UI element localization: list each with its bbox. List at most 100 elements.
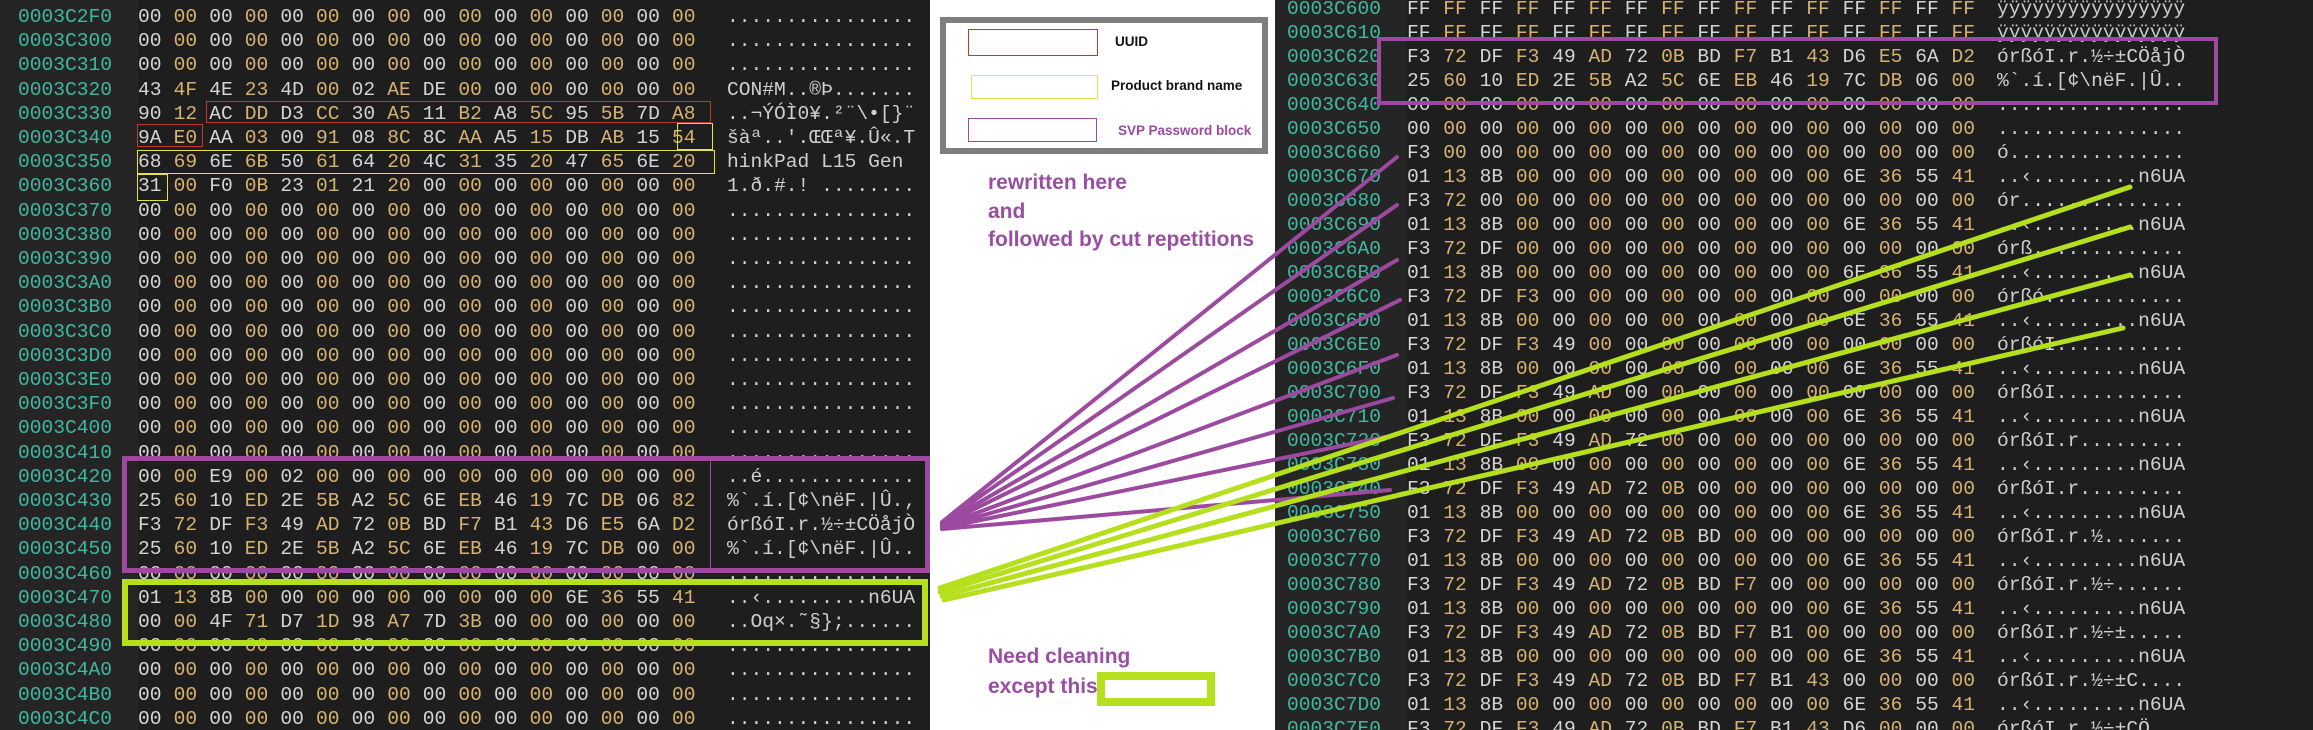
- hex-byte[interactable]: FF: [1697, 0, 1721, 21]
- hex-byte[interactable]: 00: [387, 5, 411, 29]
- hex-byte[interactable]: 8C: [423, 126, 447, 150]
- hex-byte[interactable]: 00: [138, 271, 162, 295]
- hex-byte[interactable]: FF: [1443, 0, 1467, 21]
- hex-byte[interactable]: 8B: [1480, 261, 1504, 285]
- hex-byte[interactable]: 00: [1806, 501, 1830, 525]
- hex-byte[interactable]: 00: [636, 5, 660, 29]
- hex-byte[interactable]: 03: [245, 126, 269, 150]
- hex-byte[interactable]: 00: [1552, 213, 1576, 237]
- hex-byte[interactable]: 00: [1734, 261, 1758, 285]
- hex-byte[interactable]: 00: [387, 223, 411, 247]
- hex-byte[interactable]: 00: [458, 53, 482, 77]
- hex-byte[interactable]: 00: [1661, 309, 1685, 333]
- hex-byte[interactable]: 00: [1516, 117, 1540, 141]
- hex-byte[interactable]: 00: [387, 29, 411, 53]
- hex-byte[interactable]: 00: [1843, 525, 1867, 549]
- hex-byte[interactable]: 00: [1879, 717, 1903, 730]
- hex-byte[interactable]: 00: [1552, 357, 1576, 381]
- hex-byte[interactable]: BD: [1697, 525, 1721, 549]
- hex-byte[interactable]: 00: [1516, 141, 1540, 165]
- hex-byte[interactable]: 13: [1443, 261, 1467, 285]
- hex-byte[interactable]: 72: [1443, 333, 1467, 357]
- hex-byte[interactable]: 00: [1770, 261, 1794, 285]
- hex-byte[interactable]: 00: [565, 199, 589, 223]
- hex-byte[interactable]: FF: [1734, 0, 1758, 21]
- hex-byte[interactable]: 00: [458, 344, 482, 368]
- hex-byte[interactable]: AD: [1589, 717, 1613, 730]
- hex-byte[interactable]: DB: [565, 126, 589, 150]
- hex-byte[interactable]: 36: [1879, 501, 1903, 525]
- hex-byte[interactable]: F3: [1407, 381, 1431, 405]
- hex-byte[interactable]: 00: [316, 416, 340, 440]
- hex-byte[interactable]: 00: [672, 658, 696, 682]
- row-ascii[interactable]: ..‹.........n6UA: [1997, 405, 2185, 429]
- hex-byte[interactable]: 00: [530, 271, 554, 295]
- row-ascii[interactable]: ..‹.........n6UA: [1997, 165, 2185, 189]
- hex-byte[interactable]: 00: [423, 320, 447, 344]
- hex-byte[interactable]: 00: [1806, 381, 1830, 405]
- hex-byte[interactable]: 8B: [1480, 501, 1504, 525]
- hex-byte[interactable]: 00: [1843, 573, 1867, 597]
- row-ascii[interactable]: órßóI.r.½÷......: [1997, 573, 2185, 597]
- hex-byte[interactable]: 00: [1625, 645, 1649, 669]
- row-ascii[interactable]: ór..............: [1997, 189, 2185, 213]
- hex-byte[interactable]: 00: [1480, 141, 1504, 165]
- hex-byte[interactable]: AE: [387, 78, 411, 102]
- hex-byte[interactable]: 00: [352, 29, 376, 53]
- hex-byte[interactable]: 41: [1952, 357, 1976, 381]
- hex-byte[interactable]: 00: [1879, 429, 1903, 453]
- hex-byte[interactable]: 00: [316, 392, 340, 416]
- hex-byte[interactable]: 00: [672, 320, 696, 344]
- hex-byte[interactable]: 01: [1407, 213, 1431, 237]
- hex-byte[interactable]: 00: [316, 344, 340, 368]
- hex-byte[interactable]: 00: [1734, 501, 1758, 525]
- hex-byte[interactable]: 00: [316, 683, 340, 707]
- hex-byte[interactable]: 00: [1806, 141, 1830, 165]
- hex-byte[interactable]: 36: [1879, 693, 1903, 717]
- row-ascii[interactable]: ................: [727, 271, 915, 295]
- row-ascii[interactable]: hinkPad L15 Gen: [727, 150, 915, 174]
- hex-byte[interactable]: 00: [1661, 285, 1685, 309]
- hex-byte[interactable]: 00: [1697, 549, 1721, 573]
- hex-byte[interactable]: 00: [174, 223, 198, 247]
- hex-byte[interactable]: 00: [1806, 309, 1830, 333]
- hex-byte[interactable]: FF: [1625, 0, 1649, 21]
- hex-byte[interactable]: 00: [209, 344, 233, 368]
- hex-byte[interactable]: 00: [1770, 189, 1794, 213]
- hex-byte[interactable]: 00: [1443, 117, 1467, 141]
- hex-byte[interactable]: 00: [1697, 189, 1721, 213]
- hex-byte[interactable]: 00: [458, 199, 482, 223]
- hex-byte[interactable]: 6E: [1843, 357, 1867, 381]
- hex-byte[interactable]: 00: [245, 344, 269, 368]
- hex-byte[interactable]: F3: [1407, 477, 1431, 501]
- hex-byte[interactable]: 00: [1697, 477, 1721, 501]
- hex-editor-panel-original[interactable]: 0003C2F0 00 00 00 00 00 00 00 00 00 00 00 00 00 00 00 00…: [0, 0, 930, 730]
- hex-byte[interactable]: 00: [387, 320, 411, 344]
- hex-byte[interactable]: 00: [1661, 501, 1685, 525]
- hex-byte[interactable]: DF: [1480, 669, 1504, 693]
- hex-byte[interactable]: 01: [1407, 501, 1431, 525]
- hex-byte[interactable]: DF: [1480, 717, 1504, 730]
- hex-byte[interactable]: 00: [1516, 645, 1540, 669]
- hex-byte[interactable]: FF: [1770, 0, 1794, 21]
- hex-byte[interactable]: 00: [530, 392, 554, 416]
- hex-byte[interactable]: 00: [1697, 381, 1721, 405]
- hex-byte[interactable]: 00: [636, 295, 660, 319]
- hex-byte[interactable]: 00: [1589, 213, 1613, 237]
- hex-byte[interactable]: 00: [174, 344, 198, 368]
- hex-byte[interactable]: 00: [1734, 429, 1758, 453]
- hex-byte[interactable]: 13: [1443, 597, 1467, 621]
- hex-byte[interactable]: 00: [530, 5, 554, 29]
- hex-byte[interactable]: 13: [1443, 501, 1467, 525]
- hex-byte[interactable]: 00: [565, 295, 589, 319]
- hex-byte[interactable]: 00: [1879, 573, 1903, 597]
- hex-byte[interactable]: F7: [1734, 669, 1758, 693]
- hex-byte[interactable]: BD: [1697, 573, 1721, 597]
- hex-byte[interactable]: 01: [1407, 165, 1431, 189]
- hex-byte[interactable]: 0B: [1661, 669, 1685, 693]
- hex-byte[interactable]: 00: [245, 53, 269, 77]
- hex-byte[interactable]: 00: [1516, 453, 1540, 477]
- hex-byte[interactable]: 00: [138, 29, 162, 53]
- hex-byte[interactable]: 00: [1770, 309, 1794, 333]
- hex-byte[interactable]: 00: [565, 247, 589, 271]
